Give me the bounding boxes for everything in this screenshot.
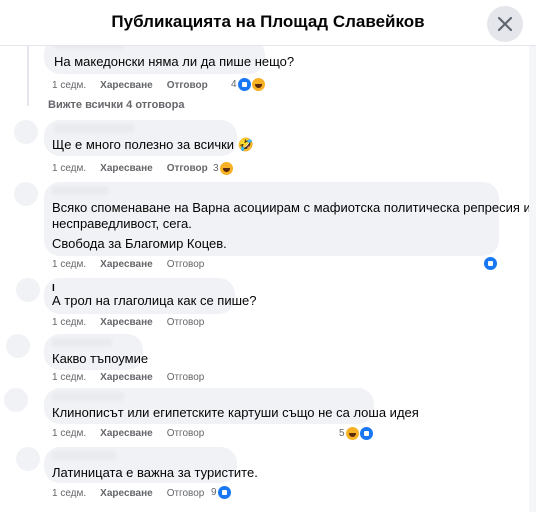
reply-button[interactable]: Отговор xyxy=(167,428,205,439)
comment-bubble: На македонски няма ли да пише нещо? xyxy=(44,46,294,74)
comment-time[interactable]: 1 седм. xyxy=(52,80,86,91)
comment-text: А трол на глаголица как се пише? xyxy=(52,293,257,308)
like-button[interactable]: Харесване xyxy=(100,372,153,383)
comments-list[interactable]: На македонски няма ли да пише нещо? 1 се… xyxy=(0,46,529,512)
dialog-title: Публикацията на Площад Славейков xyxy=(111,12,425,31)
reaction-summary[interactable]: 9 xyxy=(211,486,231,499)
view-all-replies-link[interactable]: Вижте всички 4 отговора xyxy=(48,99,184,111)
like-icon xyxy=(217,486,231,499)
avatar[interactable] xyxy=(16,278,40,302)
reaction-count: 3 xyxy=(213,163,219,174)
author-name[interactable] xyxy=(54,124,134,133)
like-button[interactable]: Харесване xyxy=(100,317,153,328)
like-icon xyxy=(237,78,251,91)
comment-bubble: Ще е много полезно за всички 🤣 xyxy=(44,120,254,156)
reaction-summary[interactable] xyxy=(484,257,497,270)
comment-meta: 1 седм. Харесване Отговор xyxy=(52,80,208,91)
comment-text-line: Свобода за Благомир Коцев. xyxy=(52,236,227,251)
scrollbar[interactable] xyxy=(529,46,536,512)
author-name[interactable] xyxy=(52,392,124,401)
reply-button[interactable]: Отговор xyxy=(167,80,208,91)
comment-text-line: несправедливост, сега. xyxy=(52,216,192,231)
comment-text: Клинописът или египетските картуши също … xyxy=(52,405,419,420)
comment-time[interactable]: 1 седм. xyxy=(52,428,86,439)
thread-line xyxy=(27,94,29,104)
avatar[interactable] xyxy=(14,182,38,206)
reaction-summary[interactable]: 5 xyxy=(339,427,373,440)
comment-bubble: Латиницата е важна за туристите. xyxy=(44,447,258,483)
comment-text: На македонски няма ли да пише нещо? xyxy=(54,54,295,69)
comment-meta: 1 седм. Харесване Отговор xyxy=(52,317,204,328)
comment-time[interactable]: 1 седм. xyxy=(52,372,86,383)
like-button[interactable]: Харесване xyxy=(100,163,153,174)
haha-icon xyxy=(219,162,233,175)
dialog-header: Публикацията на Площад Славейков xyxy=(0,0,536,46)
like-icon xyxy=(359,427,373,440)
comment-meta: 1 седм. Харесване Отговор xyxy=(52,488,204,499)
comment-meta: 1 седм. Харесване Отговор xyxy=(52,428,204,439)
comment-bubble: Всяко споменаване на Варна асоциирам с м… xyxy=(44,182,529,256)
reaction-count: 4 xyxy=(231,79,237,90)
avatar[interactable] xyxy=(6,334,30,358)
comment-time[interactable]: 1 седм. xyxy=(52,259,86,270)
comment-time[interactable]: 1 седм. xyxy=(52,488,86,499)
like-button[interactable]: Харесване xyxy=(100,488,153,499)
like-button[interactable]: Харесване xyxy=(100,428,153,439)
author-name[interactable] xyxy=(52,186,108,195)
comment-text: Какво тъпоумие xyxy=(52,351,149,366)
comment-time[interactable]: 1 седм. xyxy=(52,317,86,328)
comment-meta: 1 седм. Харесване Отговор xyxy=(52,259,204,270)
avatar[interactable] xyxy=(16,447,40,471)
comment-meta: 1 седм. Харесване Отговор xyxy=(52,372,204,383)
haha-icon xyxy=(345,427,359,440)
reaction-summary[interactable]: 4 xyxy=(231,78,265,91)
comment-text: Латиницата е важна за туристите. xyxy=(52,465,258,480)
comment-text-line: Всяко споменаване на Варна асоциирам с м… xyxy=(52,200,529,215)
reaction-count: 5 xyxy=(339,428,345,439)
reply-button[interactable]: Отговор xyxy=(167,259,205,270)
comment-text: Ще е много полезно за всички 🤣 xyxy=(52,137,254,152)
haha-icon xyxy=(251,78,265,91)
comment-bubble: I А трол на глаголица как се пише? xyxy=(44,278,256,314)
like-icon xyxy=(484,257,497,270)
like-button[interactable]: Харесване xyxy=(100,259,153,270)
comment-meta: 1 седм. Харесване Отговор xyxy=(52,163,208,174)
comment-bubble: Какво тъпоумие xyxy=(44,334,148,370)
reply-button[interactable]: Отговор xyxy=(167,488,205,499)
comment-bubble: Клинописът или египетските картуши също … xyxy=(44,388,419,424)
author-name[interactable] xyxy=(52,338,112,347)
reply-button[interactable]: Отговор xyxy=(167,372,205,383)
reply-button[interactable]: Отговор xyxy=(167,317,205,328)
reaction-count: 9 xyxy=(211,487,217,498)
author-name[interactable] xyxy=(52,451,116,460)
close-button[interactable] xyxy=(487,6,523,42)
avatar[interactable] xyxy=(14,120,38,144)
reaction-summary[interactable]: 3 xyxy=(213,162,233,175)
close-icon xyxy=(498,17,512,31)
reply-button[interactable]: Отговор xyxy=(167,163,208,174)
like-button[interactable]: Харесване xyxy=(100,80,153,91)
comment-time[interactable]: 1 седм. xyxy=(52,163,86,174)
avatar[interactable] xyxy=(4,388,28,412)
author-name[interactable] xyxy=(54,46,124,49)
